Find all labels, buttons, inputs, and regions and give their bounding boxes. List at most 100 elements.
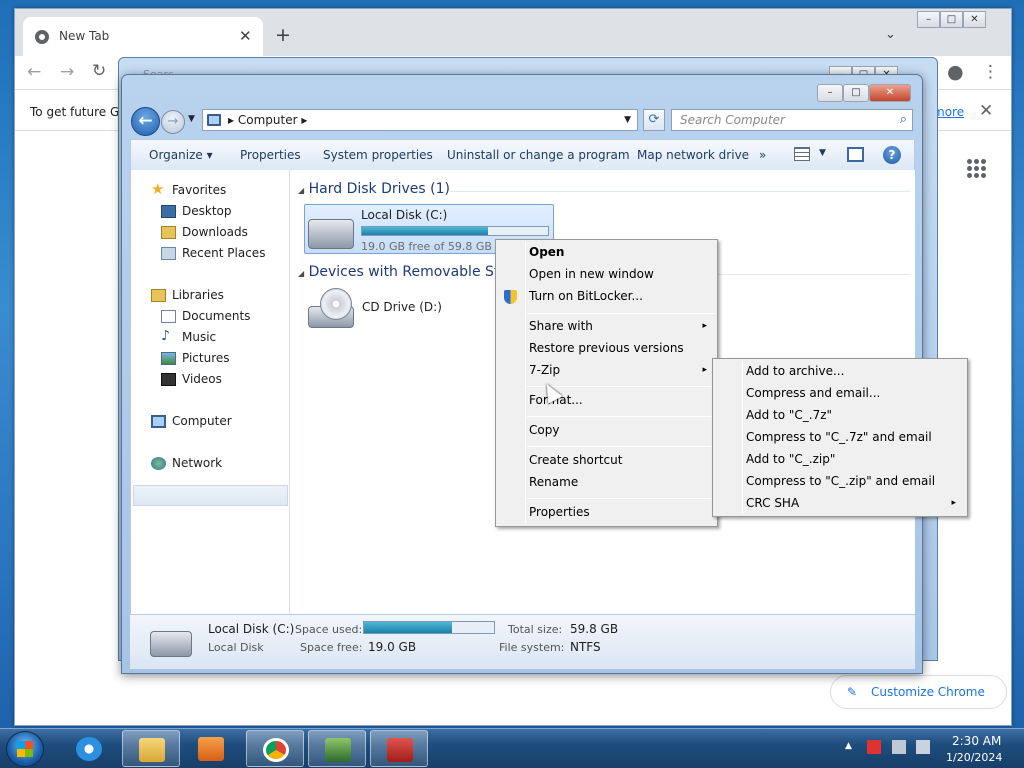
menu-open[interactable]: Open bbox=[529, 245, 564, 259]
zip-compress-zip-email[interactable]: Compress to "C_.zip" and email bbox=[746, 474, 935, 488]
zip-compress-email[interactable]: Compress and email... bbox=[746, 386, 880, 400]
tab-search-chevron-icon[interactable]: ⌄ bbox=[885, 27, 896, 42]
explorer-window-controls: – □ ✕ bbox=[817, 84, 911, 102]
nav-recent-places[interactable]: Recent Places bbox=[161, 246, 265, 260]
zip-crc-sha[interactable]: CRC SHA ▸ bbox=[746, 496, 956, 510]
infobar-close-icon[interactable]: ✕ bbox=[979, 101, 993, 121]
action-center-icon[interactable] bbox=[867, 740, 881, 754]
removable-group-header[interactable]: ◢ Devices with Removable Sto bbox=[298, 264, 508, 280]
network-status-icon[interactable] bbox=[892, 740, 906, 754]
taskbar-chrome[interactable] bbox=[246, 730, 304, 767]
desktop-icon bbox=[161, 205, 176, 218]
details-drive-type: Local Disk bbox=[208, 641, 264, 654]
maximize-button[interactable]: □ bbox=[940, 11, 963, 28]
tab-title: New Tab bbox=[59, 29, 110, 43]
computer-icon bbox=[151, 415, 166, 428]
clock-date[interactable]: 1/20/2024 bbox=[946, 751, 1002, 764]
nav-music[interactable]: ♪ Music bbox=[161, 328, 216, 344]
tab-new-tab[interactable]: New Tab ✕ bbox=[23, 17, 263, 56]
space-used-label: Space used: bbox=[295, 623, 363, 636]
google-apps-icon[interactable] bbox=[967, 159, 986, 178]
disc-icon bbox=[320, 288, 352, 320]
infobar-message: To get future Go bbox=[30, 105, 127, 119]
preview-pane-icon[interactable] bbox=[847, 147, 864, 162]
nav-desktop[interactable]: Desktop bbox=[161, 204, 232, 218]
nav-downloads[interactable]: Downloads bbox=[161, 225, 248, 239]
back-arrow-icon[interactable]: ← bbox=[131, 107, 160, 136]
profile-avatar-icon[interactable]: ● bbox=[947, 61, 964, 83]
change-view-icon[interactable] bbox=[794, 147, 810, 161]
close-button[interactable]: ✕ bbox=[869, 84, 911, 102]
recent-places-icon bbox=[161, 247, 176, 260]
nav-computer[interactable]: Computer bbox=[151, 414, 232, 428]
minimize-button[interactable]: – bbox=[917, 11, 940, 28]
taskbar-task-manager[interactable] bbox=[308, 730, 366, 767]
organize-button[interactable]: Organize ▾ bbox=[149, 148, 213, 162]
customize-chrome-button[interactable]: ✎ Customize Chrome bbox=[830, 675, 1007, 709]
menu-create-shortcut[interactable]: Create shortcut bbox=[529, 453, 622, 467]
tab-close-icon[interactable]: ✕ bbox=[239, 27, 252, 45]
zip-add-to-archive[interactable]: Add to archive... bbox=[746, 364, 844, 378]
menu-7zip[interactable]: 7-Zip ▸ bbox=[529, 363, 707, 377]
address-bar[interactable]: ▸ Computer ▸ ▼ bbox=[202, 109, 638, 131]
menu-gutter bbox=[742, 361, 743, 514]
help-icon[interactable]: ? bbox=[883, 146, 901, 164]
documents-icon bbox=[161, 310, 176, 323]
show-hidden-icons-icon[interactable]: ▲ bbox=[845, 741, 852, 751]
forward-arrow-icon[interactable]: → bbox=[60, 62, 74, 82]
menu-open-new-window[interactable]: Open in new window bbox=[529, 267, 654, 281]
view-options-chevron-icon[interactable]: ▼ bbox=[819, 148, 826, 158]
close-button[interactable]: ✕ bbox=[963, 11, 986, 28]
taskbar-toolbox[interactable] bbox=[370, 730, 428, 767]
maximize-button[interactable]: □ bbox=[843, 84, 869, 102]
system-properties-button[interactable]: System properties bbox=[323, 148, 433, 162]
menu-bitlocker[interactable]: Turn on BitLocker... bbox=[529, 289, 643, 303]
nav-favorites[interactable]: ★ Favorites bbox=[151, 180, 226, 198]
folder-icon bbox=[139, 738, 165, 762]
new-tab-button[interactable]: + bbox=[275, 25, 291, 45]
uninstall-program-button[interactable]: Uninstall or change a program bbox=[447, 148, 630, 162]
zip-add-7z[interactable]: Add to "C_.7z" bbox=[746, 408, 832, 422]
menu-share-with[interactable]: Share with ▸ bbox=[529, 319, 707, 333]
music-icon: ♪ bbox=[161, 328, 170, 344]
pencil-icon: ✎ bbox=[847, 685, 858, 699]
clock-time[interactable]: 2:30 AM bbox=[952, 734, 1001, 748]
address-path[interactable]: ▸ Computer ▸ bbox=[228, 113, 307, 127]
map-network-drive-button[interactable]: Map network drive bbox=[637, 148, 749, 162]
chrome-menu-icon[interactable]: ⋮ bbox=[982, 62, 999, 82]
start-button[interactable] bbox=[6, 731, 44, 767]
taskbar-media-player[interactable] bbox=[182, 730, 240, 767]
nav-selection-highlight bbox=[133, 485, 288, 506]
search-input[interactable]: Search Computer ⌕ bbox=[671, 109, 913, 131]
taskbar-internet-explorer[interactable] bbox=[60, 730, 118, 767]
volume-muted-icon[interactable] bbox=[916, 740, 930, 754]
hard-disk-group-header[interactable]: ◢ Hard Disk Drives (1) bbox=[298, 181, 450, 197]
search-icon[interactable]: ⌕ bbox=[900, 112, 907, 127]
properties-button[interactable]: Properties bbox=[240, 148, 301, 162]
refresh-icon[interactable]: ⟳ bbox=[643, 109, 665, 131]
menu-restore-versions[interactable]: Restore previous versions bbox=[529, 341, 684, 355]
7zip-submenu: Add to archive... Compress and email... … bbox=[712, 358, 968, 517]
forward-arrow-icon[interactable]: → bbox=[161, 110, 185, 134]
nav-libraries[interactable]: Libraries bbox=[151, 288, 224, 302]
zip-add-zip[interactable]: Add to "C_.zip" bbox=[746, 452, 835, 466]
recent-pages-chevron-icon[interactable]: ▼ bbox=[188, 114, 195, 124]
network-icon bbox=[151, 457, 166, 470]
nav-pictures[interactable]: Pictures bbox=[161, 351, 230, 365]
menu-copy[interactable]: Copy bbox=[529, 423, 559, 437]
menu-rename[interactable]: Rename bbox=[529, 475, 578, 489]
nav-network[interactable]: Network bbox=[151, 456, 222, 470]
taskbar-explorer[interactable] bbox=[122, 730, 180, 767]
more-commands-button[interactable]: » bbox=[759, 148, 766, 162]
minimize-button[interactable]: – bbox=[817, 84, 843, 102]
cd-drive-d-tile[interactable]: CD Drive (D:) bbox=[308, 286, 508, 330]
menu-properties[interactable]: Properties bbox=[529, 505, 590, 519]
computer-icon bbox=[207, 114, 221, 126]
back-arrow-icon[interactable]: ← bbox=[27, 62, 41, 82]
command-bar: Organize ▾ Properties System properties … bbox=[130, 139, 915, 170]
nav-videos[interactable]: Videos bbox=[161, 372, 222, 386]
reload-icon[interactable]: ↻ bbox=[92, 61, 106, 81]
nav-documents[interactable]: Documents bbox=[161, 309, 250, 323]
address-dropdown-icon[interactable]: ▼ bbox=[624, 115, 631, 125]
zip-compress-7z-email[interactable]: Compress to "C_.7z" and email bbox=[746, 430, 932, 444]
